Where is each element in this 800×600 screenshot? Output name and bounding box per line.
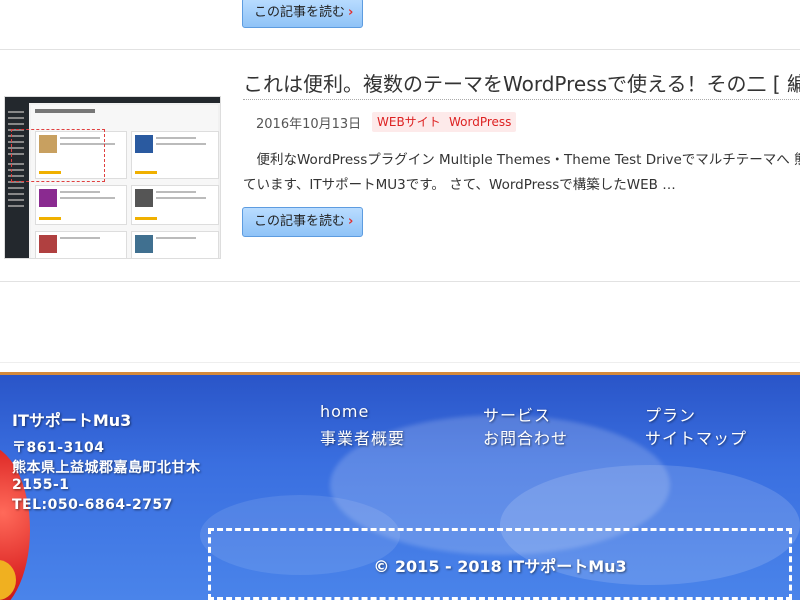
post-excerpt: 便利なWordPressプラグイン Multiple Themes・Theme …	[243, 148, 800, 198]
post-title[interactable]: これは便利。複数のテーマをWordPressで使える！その二 [ 編集	[243, 68, 800, 100]
post-date: 2016年10月13日	[256, 117, 362, 132]
footer-link-sitemap[interactable]: サイトマップ	[645, 425, 747, 449]
chevron-right-icon: ›	[348, 5, 354, 20]
excerpt-line: 便利なWordPressプラグイン Multiple Themes・Theme …	[243, 152, 800, 168]
site-footer: ITサポートMu3 〒861-3104 熊本県上益城郡嘉島町北甘木 2155-1…	[0, 372, 800, 600]
footer-company-name: ITサポートMu3	[12, 411, 132, 430]
footer-link-services[interactable]: サービス	[483, 402, 551, 426]
read-more-button[interactable]: この記事を読む ›	[242, 0, 363, 28]
footer-phone: TEL:050-6864-2757	[12, 497, 173, 513]
footer-address: 熊本県上益城郡嘉島町北甘木	[12, 460, 201, 476]
tag-wordpress[interactable]: WordPress	[444, 112, 517, 132]
post-divider	[0, 49, 800, 50]
post-divider	[0, 281, 800, 282]
footer-address-number: 2155-1	[12, 477, 70, 493]
footer-link-about[interactable]: 事業者概要	[320, 425, 405, 449]
copyright-box: © 2015 - 2018 ITサポートMu3	[208, 528, 792, 600]
footer-link-home[interactable]: home	[320, 402, 369, 421]
chevron-right-icon: ›	[348, 214, 354, 229]
footer-separator	[0, 362, 800, 363]
read-more-label: この記事を読む	[254, 214, 346, 229]
excerpt-line: ています、ITサポートMU3です。 さて、WordPressで構築したWEB …	[243, 177, 676, 193]
copyright-text: © 2015 - 2018 ITサポートMu3	[373, 557, 627, 576]
read-more-button[interactable]: この記事を読む ›	[242, 207, 363, 237]
footer-link-contact[interactable]: お問合わせ	[483, 425, 568, 449]
footer-postal-code: 〒861-3104	[12, 440, 105, 456]
footer-link-plans[interactable]: プラン	[645, 402, 696, 426]
read-more-label: この記事を読む	[254, 5, 346, 20]
tag-web-site[interactable]: WEBサイト	[372, 112, 446, 132]
post-thumbnail[interactable]	[4, 96, 221, 259]
